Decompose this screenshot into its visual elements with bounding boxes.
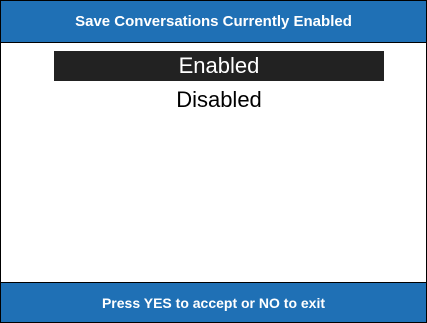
option-disabled-label: Disabled (176, 87, 262, 112)
option-enabled-label: Enabled (178, 53, 260, 78)
device-screen: Save Conversations Currently Enabled Ena… (0, 0, 427, 323)
footer-instruction: Press YES to accept or NO to exit (101, 294, 326, 311)
option-list: Enabled Disabled (54, 51, 384, 115)
header-bar: Save Conversations Currently Enabled (1, 1, 426, 43)
option-enabled[interactable]: Enabled (54, 51, 384, 81)
option-disabled[interactable]: Disabled (54, 85, 384, 115)
header-title: Save Conversations Currently Enabled (75, 13, 352, 30)
footer-bar: Press YES to accept or NO to exit (1, 282, 426, 322)
